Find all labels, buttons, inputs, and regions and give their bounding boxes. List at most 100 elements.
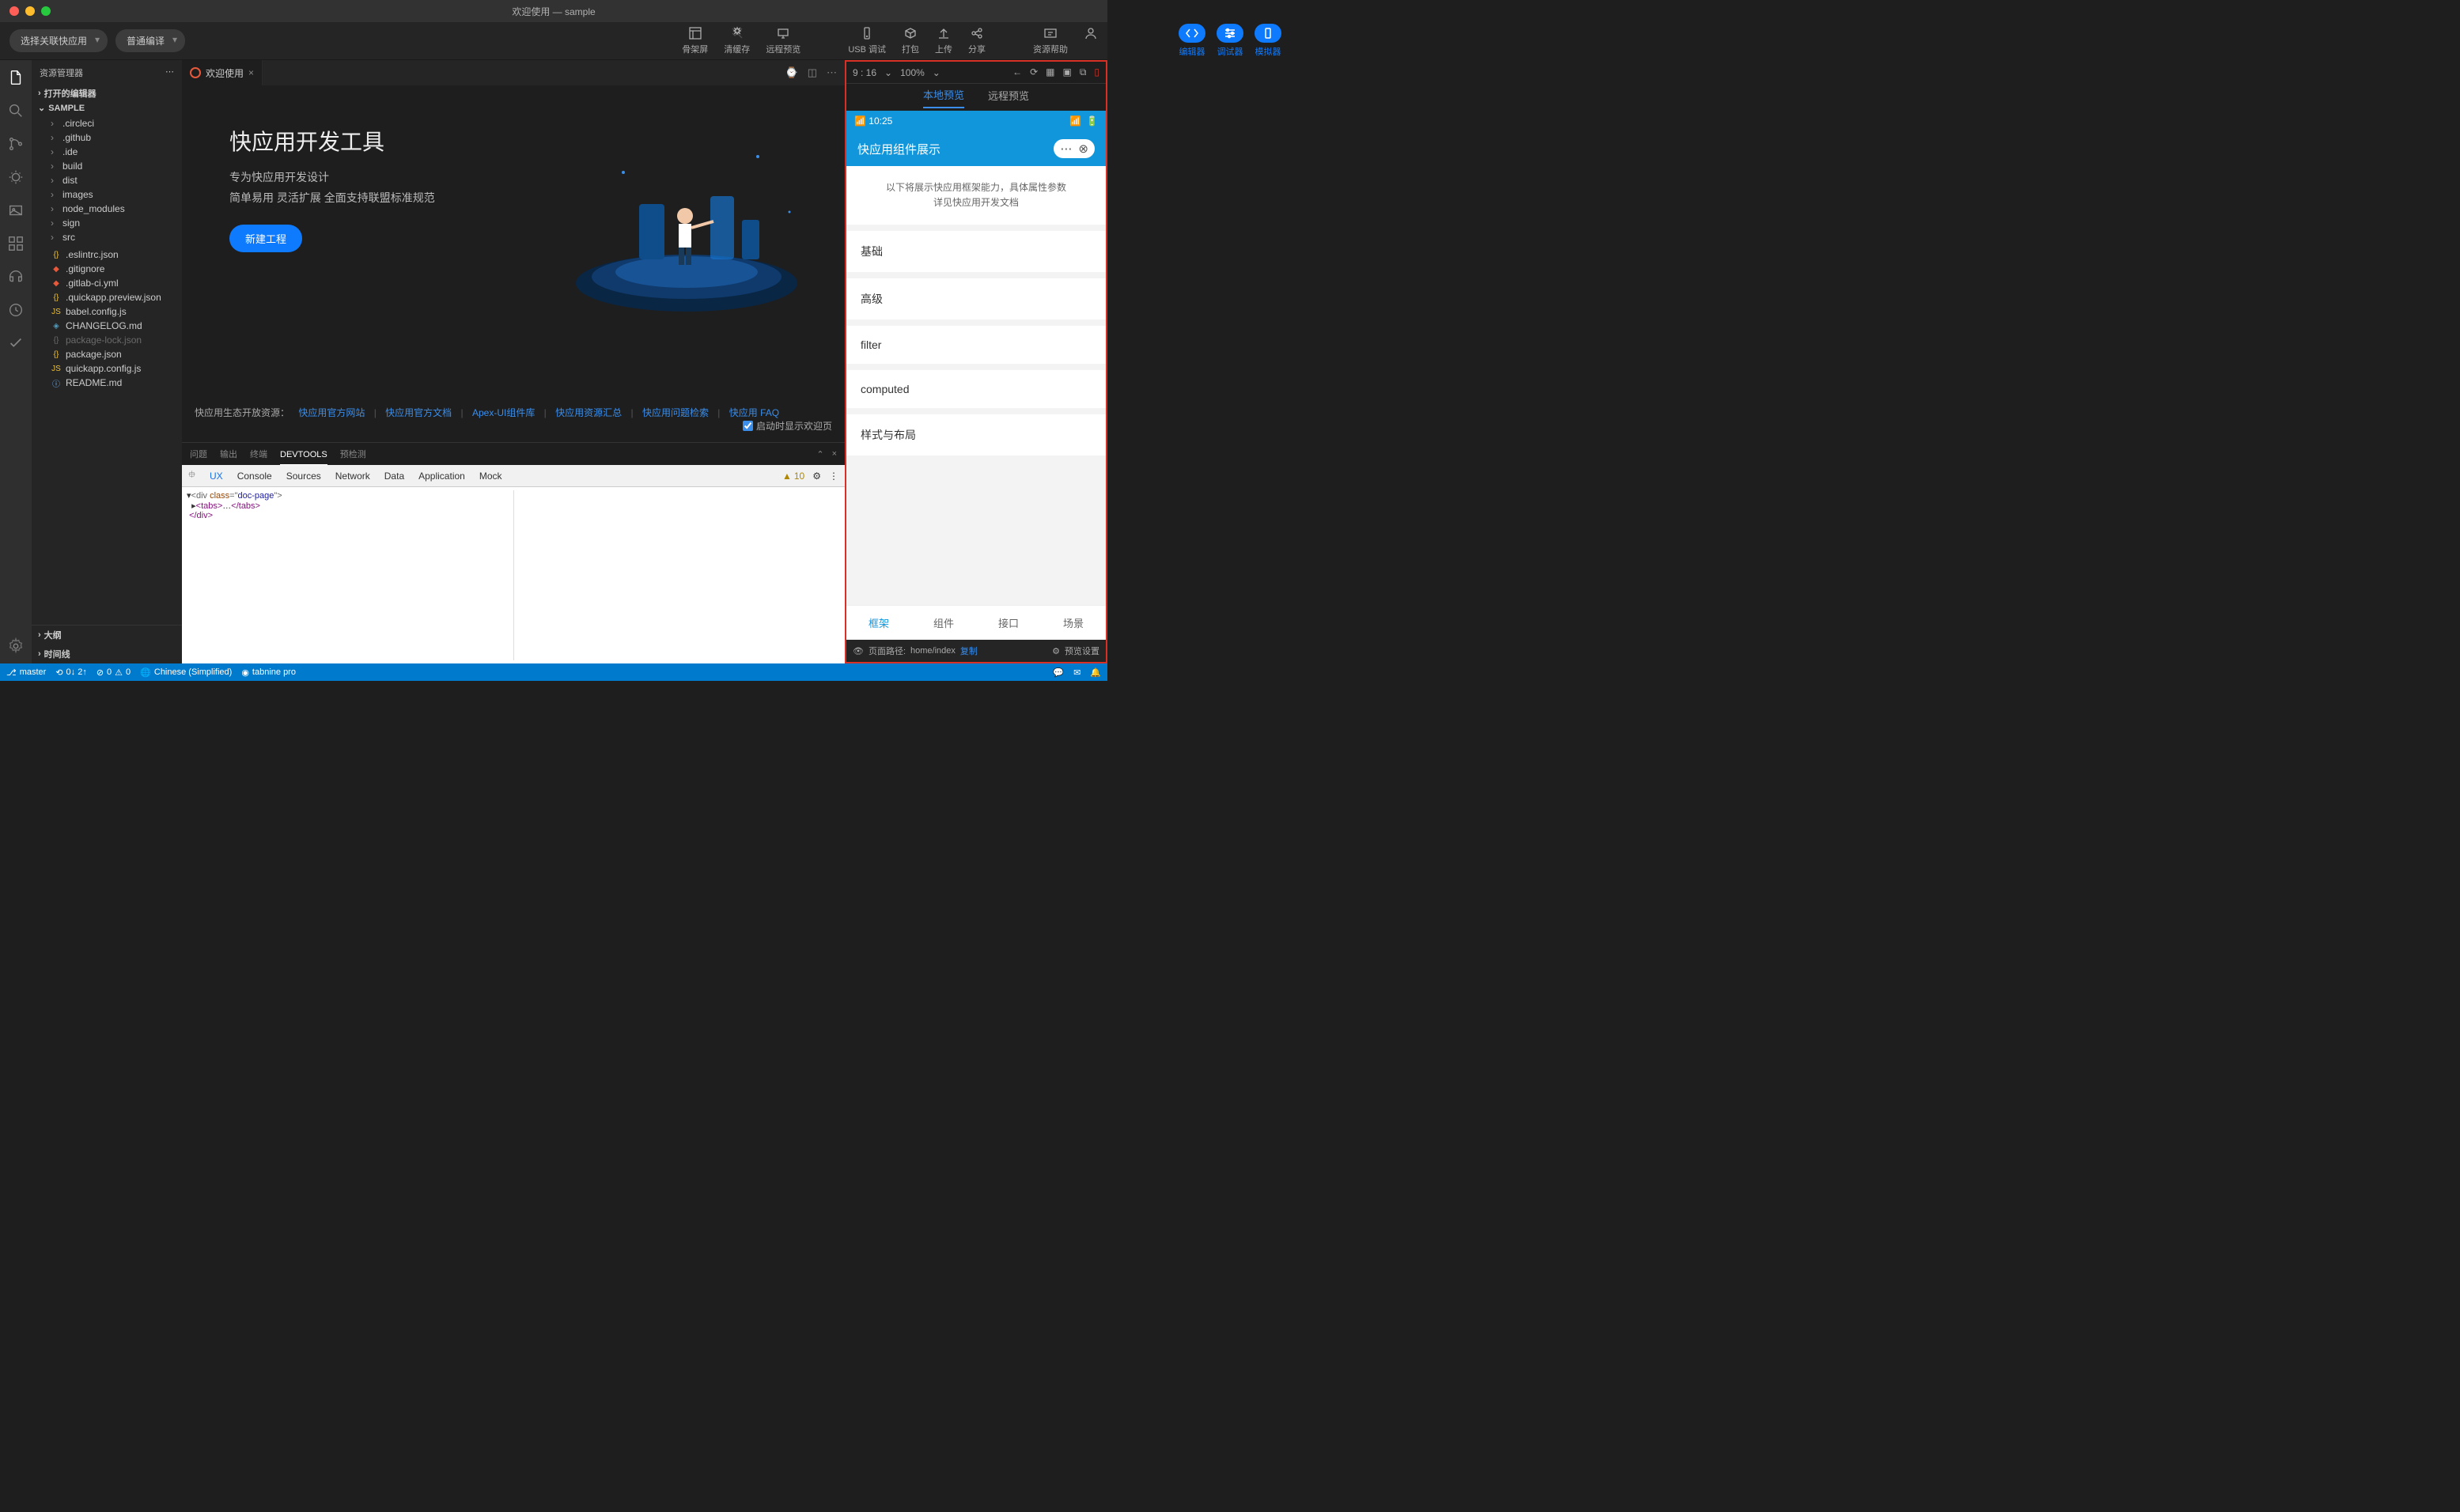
resource-link[interactable]: 快应用问题检索 [642, 407, 709, 418]
git-sync-status[interactable]: ⟲0↓ 2↑ [55, 667, 87, 678]
bell-icon[interactable]: 🔔 [1090, 667, 1101, 678]
back-icon[interactable]: ← [1012, 66, 1022, 78]
extensions-icon[interactable] [6, 234, 25, 253]
phone-list-item[interactable]: 基础 [846, 231, 1106, 272]
phone-list[interactable]: 基础高级 filter computed 样式与布局 [846, 231, 1106, 605]
resource-link[interactable]: 快应用资源汇总 [555, 407, 622, 418]
resource-link[interactable]: 快应用 FAQ [729, 407, 779, 418]
phone-list-item[interactable]: computed [846, 370, 1106, 408]
file-package.json[interactable]: {}package.json [32, 347, 182, 361]
folder-src[interactable]: src [32, 230, 182, 244]
file-.quickapp.preview.json[interactable]: {}.quickapp.preview.json [32, 290, 182, 304]
watch-icon[interactable]: ⌚ [785, 66, 798, 79]
language-status[interactable]: 🌐Chinese (Simplified) [140, 667, 232, 678]
file-babel.config.js[interactable]: JSbabel.config.js [32, 304, 182, 319]
chevron-down-icon[interactable]: ⌄ [884, 67, 892, 78]
timeline-section[interactable]: ›时间线 [32, 644, 182, 663]
phone-tab-组件[interactable]: 组件 [911, 606, 976, 640]
reload-icon[interactable]: ⟳ [1030, 66, 1038, 78]
mail-icon[interactable]: ✉ [1073, 667, 1081, 678]
folder-.circleci[interactable]: .circleci [32, 116, 182, 130]
local-preview-tab[interactable]: 本地预览 [923, 87, 964, 108]
minimize-window-button[interactable] [25, 6, 35, 16]
search-icon[interactable] [6, 101, 25, 120]
remote-preview-tab[interactable]: 远程预览 [988, 88, 1029, 108]
dom-tree[interactable]: ▾<div class="doc-page"> ▸<tabs>…</tabs> … [187, 490, 514, 660]
folder-dist[interactable]: dist [32, 173, 182, 187]
image-icon[interactable] [6, 201, 25, 220]
panel-tab-问题[interactable]: 问题 [190, 445, 207, 464]
resource-link[interactable]: Apex-UI组件库 [472, 407, 535, 418]
file-README.md[interactable]: ⓘREADME.md [32, 376, 182, 390]
debugger-mode-button[interactable]: 调试器 [1217, 24, 1243, 58]
folder-sign[interactable]: sign [32, 216, 182, 230]
phone-tab-场景[interactable]: 场景 [1041, 606, 1106, 640]
package-button[interactable]: 打包 [902, 26, 919, 55]
panel-collapse-icon[interactable]: ⌃ [816, 449, 823, 459]
phone-list-item[interactable]: filter [846, 326, 1106, 364]
chevron-down-icon[interactable]: ⌄ [933, 67, 940, 78]
problems-status[interactable]: ⊘0 ⚠0 [97, 667, 131, 678]
devtools-tab-Mock[interactable]: Mock [479, 471, 502, 482]
phone-tab-接口[interactable]: 接口 [976, 606, 1041, 640]
file-package-lock.json[interactable]: {}package-lock.json [32, 333, 182, 347]
panel-tab-输出[interactable]: 输出 [220, 445, 237, 464]
devtools-tab-UX[interactable]: UX [210, 471, 223, 482]
feedback-icon[interactable]: 💬 [1053, 667, 1064, 678]
resource-link[interactable]: 快应用官方文档 [385, 407, 452, 418]
simulator-mode-button[interactable]: 模拟器 [1255, 24, 1281, 58]
folder-.github[interactable]: .github [32, 130, 182, 145]
devtools-more-icon[interactable]: ⋮ [829, 471, 838, 482]
copy-path-link[interactable]: 复制 [960, 644, 978, 657]
close-window-button[interactable] [9, 6, 19, 16]
phone-list-item[interactable]: 样式与布局 [846, 414, 1106, 455]
file-quickapp.config.js[interactable]: JSquickapp.config.js [32, 361, 182, 376]
warnings-badge[interactable]: ▲ 10 [782, 471, 804, 482]
devtools-tab-Sources[interactable]: Sources [286, 471, 321, 482]
capsule-close-icon[interactable]: ⊗ [1078, 142, 1088, 156]
project-root[interactable]: ⌄SAMPLE [32, 101, 182, 115]
tab-more-icon[interactable]: ⋯ [827, 66, 837, 79]
panel-tab-DEVTOOLS[interactable]: DEVTOOLS [280, 445, 327, 465]
capsule-more-icon[interactable]: ⋯ [1060, 142, 1072, 156]
file-.gitignore[interactable]: ◆.gitignore [32, 262, 182, 276]
sidebar-more-icon[interactable]: ⋯ [165, 66, 174, 79]
devtools-tab-Console[interactable]: Console [237, 471, 272, 482]
gear-icon[interactable]: ⚙ [1052, 646, 1060, 656]
grid-icon[interactable]: ▦ [1046, 66, 1054, 78]
panel-tab-终端[interactable]: 终端 [250, 445, 267, 464]
screenshot-icon[interactable]: ▣ [1062, 66, 1071, 78]
devtools-settings-icon[interactable]: ⚙ [812, 471, 821, 482]
share-button[interactable]: 分享 [968, 26, 986, 55]
folder-images[interactable]: images [32, 187, 182, 202]
file-CHANGELOG.md[interactable]: ◈CHANGELOG.md [32, 319, 182, 333]
copy-icon[interactable]: ⧉ [1080, 66, 1087, 78]
resource-link[interactable]: 快应用官方网站 [298, 407, 365, 418]
account-button[interactable] [1084, 26, 1098, 55]
panel-close-icon[interactable]: × [832, 449, 837, 459]
file-.eslintrc.json[interactable]: {}.eslintrc.json [32, 248, 182, 262]
device-rotate-icon[interactable]: ▯ [1094, 66, 1099, 78]
split-editor-icon[interactable]: ◫ [808, 66, 817, 79]
devtools-tab-Network[interactable]: Network [335, 471, 370, 482]
phone-tab-框架[interactable]: 框架 [846, 606, 911, 640]
new-project-button[interactable]: 新建工程 [229, 225, 302, 252]
phone-capsule[interactable]: ⋯⊗ [1054, 139, 1095, 158]
file-.gitlab-ci.yml[interactable]: ◆.gitlab-ci.yml [32, 276, 182, 290]
open-editors-section[interactable]: ›打开的编辑器 [32, 85, 182, 101]
inspect-icon[interactable]: ⯐ [188, 467, 195, 484]
check-icon[interactable] [6, 334, 25, 353]
tabnine-status[interactable]: ◉tabnine pro [241, 667, 296, 678]
settings-icon[interactable] [6, 637, 25, 656]
folder-build[interactable]: build [32, 159, 182, 173]
welcome-tab[interactable]: 欢迎使用 × [182, 60, 263, 85]
startup-checkbox-input[interactable] [743, 421, 753, 431]
close-tab-icon[interactable]: × [248, 67, 254, 78]
phone-list-item[interactable]: 高级 [846, 278, 1106, 319]
support-icon[interactable] [6, 267, 25, 286]
outline-section[interactable]: ›大纲 [32, 626, 182, 644]
usb-debug-button[interactable]: USB 调试 [848, 26, 886, 55]
skeleton-button[interactable]: 骨架屏 [682, 26, 708, 55]
panel-tab-预检测[interactable]: 预检测 [340, 445, 366, 464]
zoom-level[interactable]: 100% [900, 67, 925, 78]
